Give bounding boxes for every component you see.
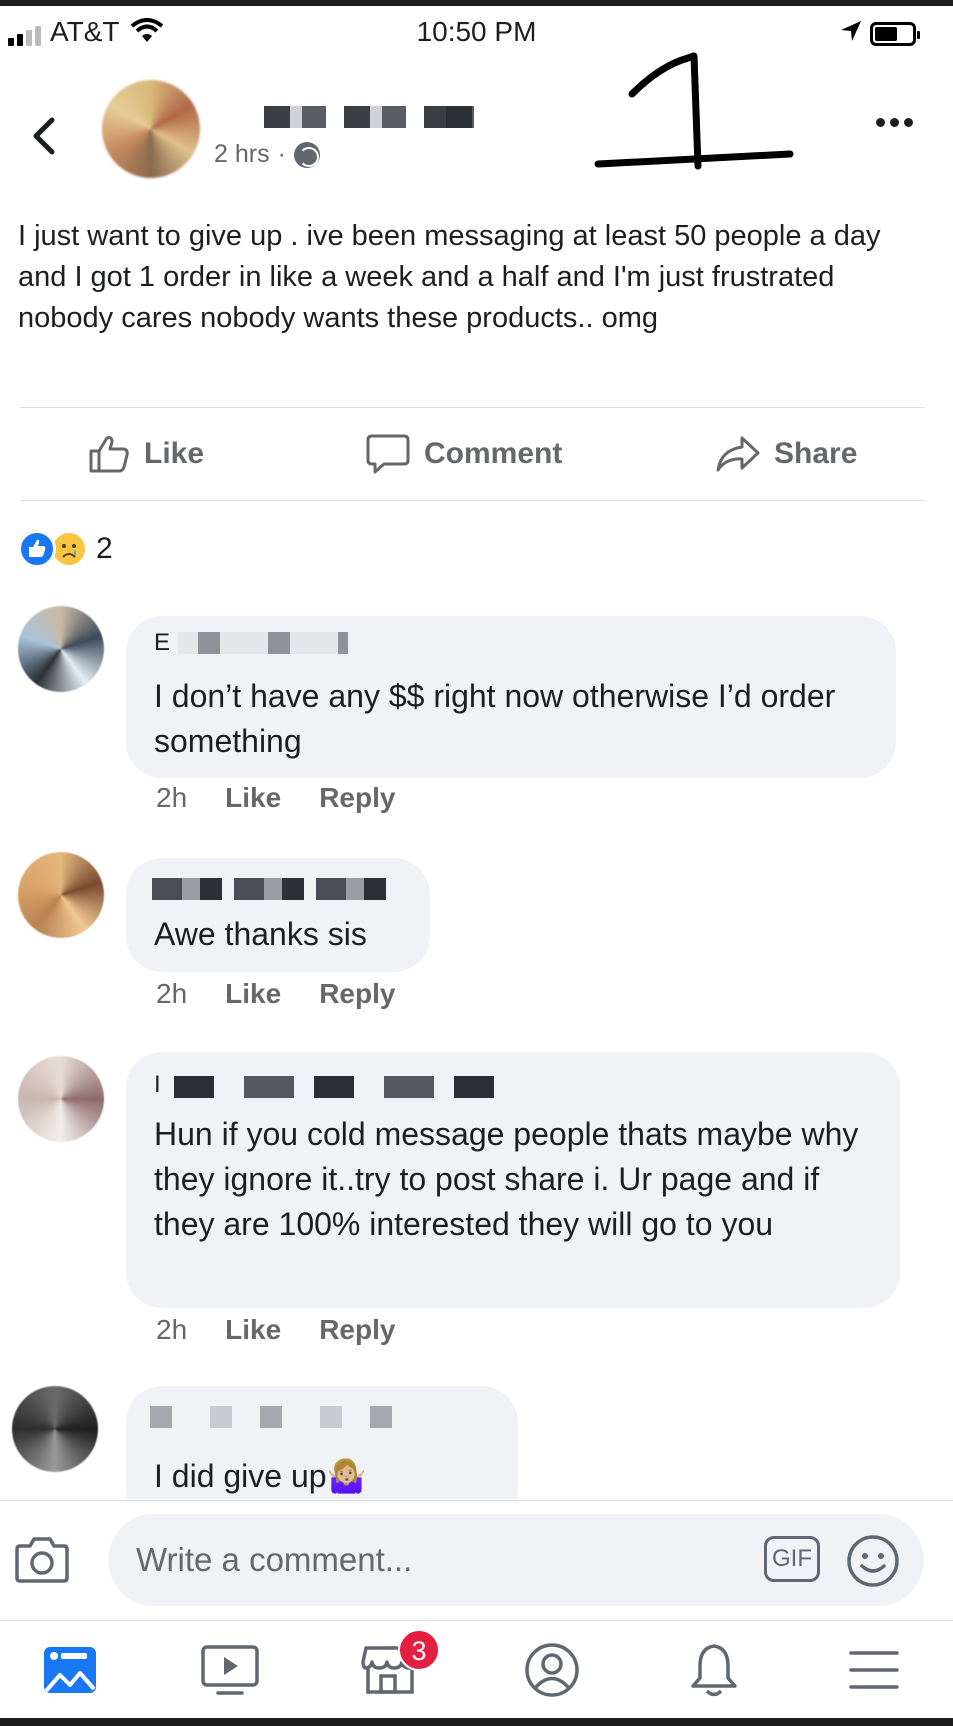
comment-bubble: I Hun if you cold message people thats m…: [126, 1052, 900, 1308]
commenter-name-redacted[interactable]: [178, 632, 348, 654]
poster-name-redacted: [446, 106, 472, 128]
comment-reply-button[interactable]: Reply: [319, 978, 395, 1010]
share-label: Share: [774, 437, 858, 470]
news-feed-icon: [44, 1647, 96, 1693]
comment-like-button[interactable]: Like: [225, 978, 281, 1010]
comment-text: I did give up🤷🏼‍♀️: [154, 1458, 367, 1494]
comment-meta: 2h Like Reply: [156, 978, 395, 1010]
tab-watch[interactable]: [190, 1639, 270, 1701]
tab-profile[interactable]: [512, 1639, 592, 1701]
emoji-icon[interactable]: [846, 1534, 900, 1588]
comment-composer: GIF: [0, 1500, 953, 1620]
thumbs-up-icon: [89, 436, 129, 473]
more-options-icon[interactable]: [876, 118, 913, 127]
comment-time: 2h: [156, 1314, 188, 1345]
marketplace-badge: 3: [398, 1629, 440, 1671]
commenter-avatar[interactable]: [12, 1386, 98, 1472]
comment-like-button[interactable]: Like: [225, 782, 281, 814]
watch-icon: [201, 1645, 259, 1695]
commenter-name-redacted[interactable]: [150, 1406, 410, 1428]
divider: [20, 407, 925, 408]
menu-icon: [849, 1651, 899, 1689]
status-bar: AT&T 10:50 PM: [0, 6, 953, 56]
post-actions: Like Comment Share: [0, 420, 953, 488]
divider: [20, 500, 925, 501]
like-reaction-icon: [18, 530, 56, 568]
comment-bubble: Awe thanks sis: [126, 858, 430, 972]
facebook-post-screen: AT&T 10:50 PM 2 hrs · I just want to giv…: [0, 6, 953, 1718]
commenter-avatar[interactable]: [18, 606, 104, 692]
tab-news-feed[interactable]: [30, 1639, 110, 1701]
comment-label: Comment: [424, 437, 563, 470]
like-label: Like: [144, 437, 205, 470]
camera-icon[interactable]: [14, 1534, 70, 1584]
poster-name-redacted[interactable]: [264, 106, 474, 128]
location-arrow-icon: [841, 21, 861, 41]
back-arrow-icon[interactable]: [30, 116, 56, 156]
comment-time: 2h: [156, 782, 188, 813]
commenter-initial[interactable]: I: [154, 1072, 161, 1098]
commenter-name-redacted[interactable]: [174, 1076, 514, 1098]
post-text: I just want to give up . ive been messag…: [18, 220, 881, 334]
comment-text: Awe thanks sis: [154, 916, 367, 952]
comment-reply-button[interactable]: Reply: [319, 1314, 395, 1346]
like-button[interactable]: Like: [88, 420, 204, 488]
comment-text: Hun if you cold message people thats may…: [154, 1116, 859, 1242]
comment-button[interactable]: Comment: [366, 420, 562, 488]
notifications-icon: [691, 1644, 737, 1697]
comment-meta: 2h Like Reply: [156, 782, 395, 814]
comment-bubble-icon: [366, 434, 410, 474]
comment-meta: 2h Like Reply: [156, 1314, 395, 1346]
tab-menu[interactable]: [834, 1639, 914, 1701]
commenter-name-redacted[interactable]: [152, 878, 392, 900]
composer-divider: [0, 1500, 953, 1501]
commenter-initial[interactable]: E: [154, 630, 170, 656]
handwritten-mark: [594, 52, 794, 170]
poster-avatar[interactable]: [102, 80, 200, 178]
profile-icon: [525, 1643, 579, 1697]
gif-button[interactable]: GIF: [764, 1536, 820, 1582]
bottom-tab-bar: 3: [0, 1620, 953, 1718]
comment-like-button[interactable]: Like: [225, 1314, 281, 1346]
share-button[interactable]: Share: [716, 420, 857, 488]
meta-separator: ·: [277, 140, 286, 168]
post-meta: 2 hrs ·: [214, 140, 320, 169]
reaction-count: 2: [96, 532, 113, 565]
comment-bubble: E I don’t have any $$ right now otherwis…: [126, 616, 896, 778]
post-time: 2 hrs: [214, 140, 270, 168]
globe-icon: [293, 141, 320, 168]
comment-reply-button[interactable]: Reply: [319, 782, 395, 814]
commenter-avatar[interactable]: [18, 852, 104, 938]
share-arrow-icon: [716, 436, 760, 472]
tab-notifications[interactable]: [674, 1639, 754, 1701]
reactions-summary[interactable]: 2: [18, 530, 113, 568]
status-time: 10:50 PM: [416, 16, 537, 47]
comment-text: I don’t have any $$ right now otherwise …: [154, 678, 836, 759]
battery-icon: [870, 22, 920, 46]
commenter-avatar[interactable]: [18, 1056, 104, 1142]
comment-time: 2h: [156, 978, 188, 1009]
